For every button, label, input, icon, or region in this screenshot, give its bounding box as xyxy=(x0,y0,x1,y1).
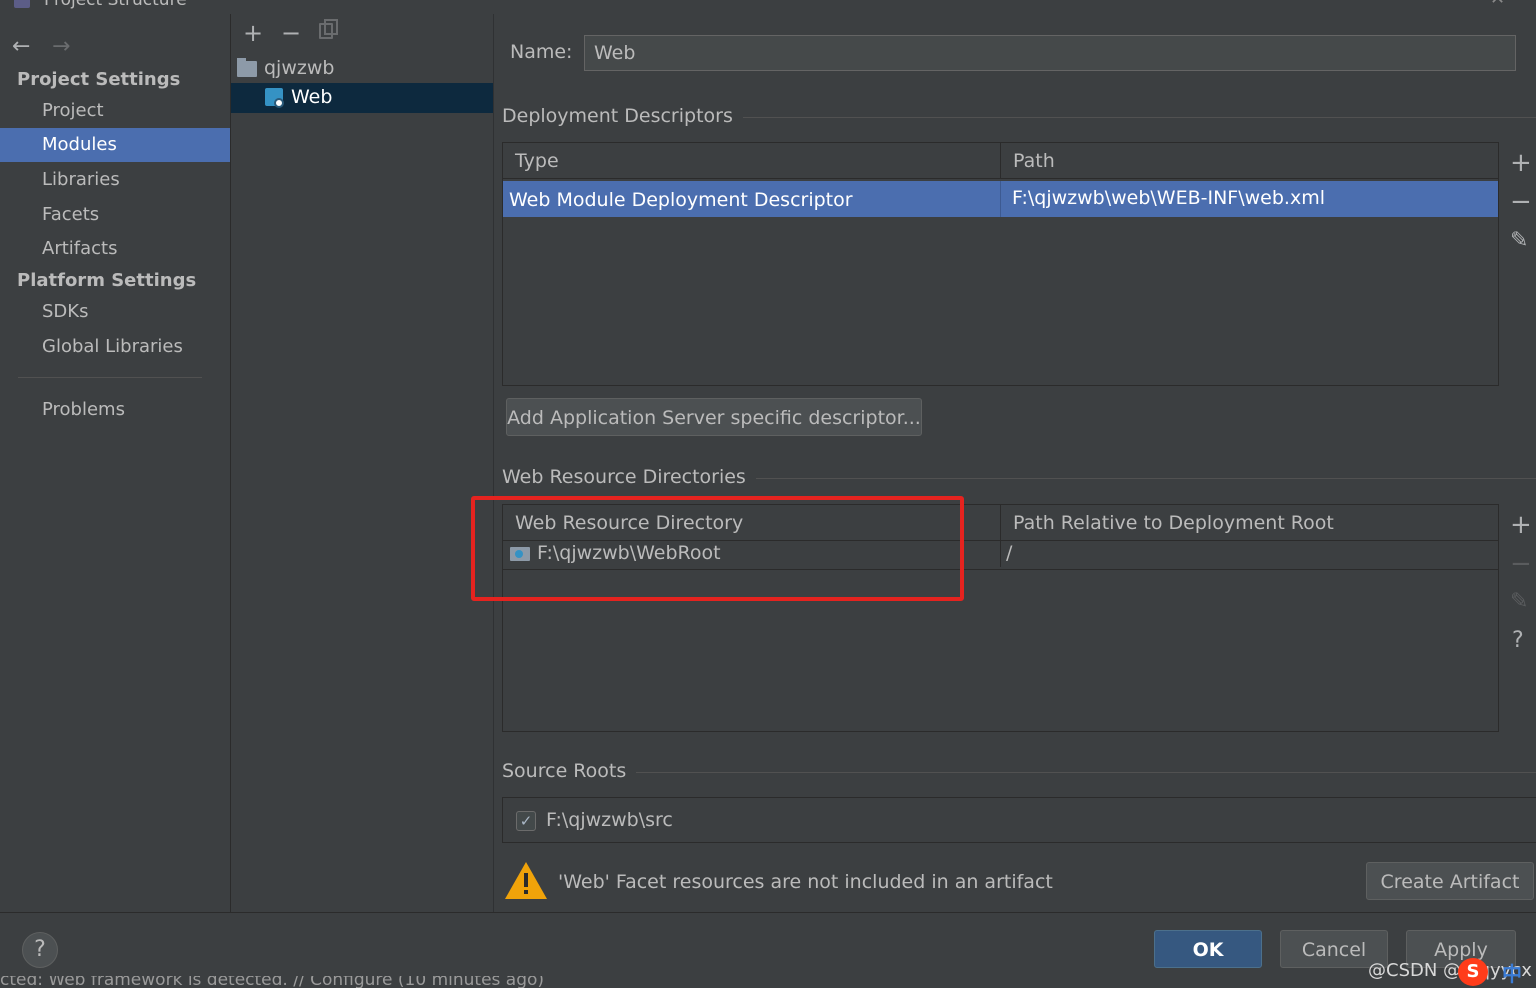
input-language-indicator: 中 xyxy=(1502,962,1522,986)
column-header-path[interactable]: Path xyxy=(1013,150,1055,172)
create-artifact-button[interactable]: Create Artifact xyxy=(1366,862,1534,900)
ok-button[interactable]: OK xyxy=(1154,930,1262,968)
add-icon[interactable]: + xyxy=(243,21,263,45)
sidebar-item-sdks[interactable]: SDKs xyxy=(0,295,230,329)
sidebar-item-label: Artifacts xyxy=(42,238,118,259)
status-text: cted: Web framework is detected. // Conf… xyxy=(0,976,545,988)
remove-icon[interactable]: − xyxy=(1510,551,1532,577)
column-divider xyxy=(1000,181,1001,217)
remove-icon[interactable]: − xyxy=(281,21,301,45)
sidebar-item-libraries[interactable]: Libraries xyxy=(0,163,230,197)
help-button[interactable]: ? xyxy=(22,932,58,968)
footer-divider xyxy=(0,912,1536,913)
remove-icon[interactable]: − xyxy=(1510,189,1532,215)
group-divider xyxy=(502,772,1536,773)
column-header-relative-path[interactable]: Path Relative to Deployment Root xyxy=(1013,512,1334,534)
sidebar-item-label: Global Libraries xyxy=(42,336,183,357)
arrow-right-icon[interactable]: → xyxy=(52,34,70,59)
status-bar: cted: Web framework is detected. // Conf… xyxy=(0,976,1536,988)
name-label: Name: xyxy=(510,41,573,63)
module-tree-panel: + − qjwzwb Web xyxy=(231,14,494,912)
project-settings-heading: Project Settings xyxy=(17,69,181,90)
deployment-descriptors-table: Type Path Web Module Deployment Descript… xyxy=(502,142,1499,386)
arrow-left-icon[interactable]: ← xyxy=(12,34,30,59)
settings-sidebar: ← → Project Settings Project Modules Lib… xyxy=(0,14,231,912)
sidebar-item-label: Libraries xyxy=(42,169,120,190)
source-roots-list: ✓ F:\qjwzwb\src xyxy=(502,797,1536,843)
warning-text: 'Web' Facet resources are not included i… xyxy=(558,871,1053,893)
relative-path-cell: / xyxy=(1006,542,1013,564)
source-root-path: F:\qjwzwb\src xyxy=(546,809,673,831)
sidebar-item-problems[interactable]: Problems xyxy=(0,393,230,427)
sidebar-item-label: Facets xyxy=(42,204,100,225)
descriptor-type-cell: Web Module Deployment Descriptor xyxy=(509,189,853,211)
sogou-logo-icon: S xyxy=(1458,958,1488,986)
facet-settings-panel: Name: Deployment Descriptors Type Path W… xyxy=(494,14,1536,912)
sidebar-item-global-libraries[interactable]: Global Libraries xyxy=(0,330,230,364)
window-title: Project Structure xyxy=(44,0,187,10)
tree-node-label: Web xyxy=(291,86,333,108)
warning-icon xyxy=(505,862,547,899)
copy-icon[interactable] xyxy=(319,19,338,39)
column-divider xyxy=(1000,143,1001,179)
highlight-annotation-box xyxy=(471,496,964,601)
source-roots-title: Source Roots xyxy=(502,760,637,782)
close-icon[interactable]: ✕ xyxy=(1490,0,1505,9)
add-icon[interactable]: + xyxy=(1510,150,1532,176)
sidebar-item-label: Modules xyxy=(42,134,117,155)
source-root-checkbox[interactable]: ✓ xyxy=(516,811,536,831)
sidebar-item-label: SDKs xyxy=(42,301,89,322)
deployment-descriptors-title: Deployment Descriptors xyxy=(502,105,743,127)
help-question-icon[interactable]: ? xyxy=(1512,628,1524,654)
edit-pencil-icon[interactable]: ✎ xyxy=(1510,228,1528,254)
module-folder-icon xyxy=(237,58,257,77)
tree-node-web[interactable]: Web xyxy=(231,83,493,113)
name-input[interactable] xyxy=(584,35,1516,71)
tree-node-qjwzwb[interactable]: qjwzwb xyxy=(231,54,493,84)
web-resource-directories-title: Web Resource Directories xyxy=(502,466,756,488)
platform-settings-heading: Platform Settings xyxy=(17,270,197,291)
window-titlebar: Project Structure ✕ xyxy=(0,0,1536,14)
sidebar-divider xyxy=(18,377,202,378)
web-facet-icon xyxy=(265,88,284,108)
sidebar-item-modules[interactable]: Modules xyxy=(0,128,230,162)
table-row[interactable]: Web Module Deployment Descriptor F:\qjwz… xyxy=(503,181,1498,217)
sidebar-item-facets[interactable]: Facets xyxy=(0,198,230,232)
tree-node-label: qjwzwb xyxy=(264,57,335,79)
descriptor-path-cell: F:\qjwzwb\web\WEB-INF\web.xml xyxy=(1012,187,1325,209)
edit-pencil-icon[interactable]: ✎ xyxy=(1510,589,1528,615)
sidebar-item-label: Project xyxy=(42,100,104,121)
add-server-descriptor-button[interactable]: Add Application Server specific descript… xyxy=(506,398,922,436)
app-logo-icon xyxy=(14,0,30,8)
add-icon[interactable]: + xyxy=(1510,512,1532,538)
sidebar-item-label: Problems xyxy=(42,399,125,420)
sidebar-item-artifacts[interactable]: Artifacts xyxy=(0,232,230,266)
sidebar-item-project[interactable]: Project xyxy=(0,94,230,128)
column-header-type[interactable]: Type xyxy=(515,150,559,172)
